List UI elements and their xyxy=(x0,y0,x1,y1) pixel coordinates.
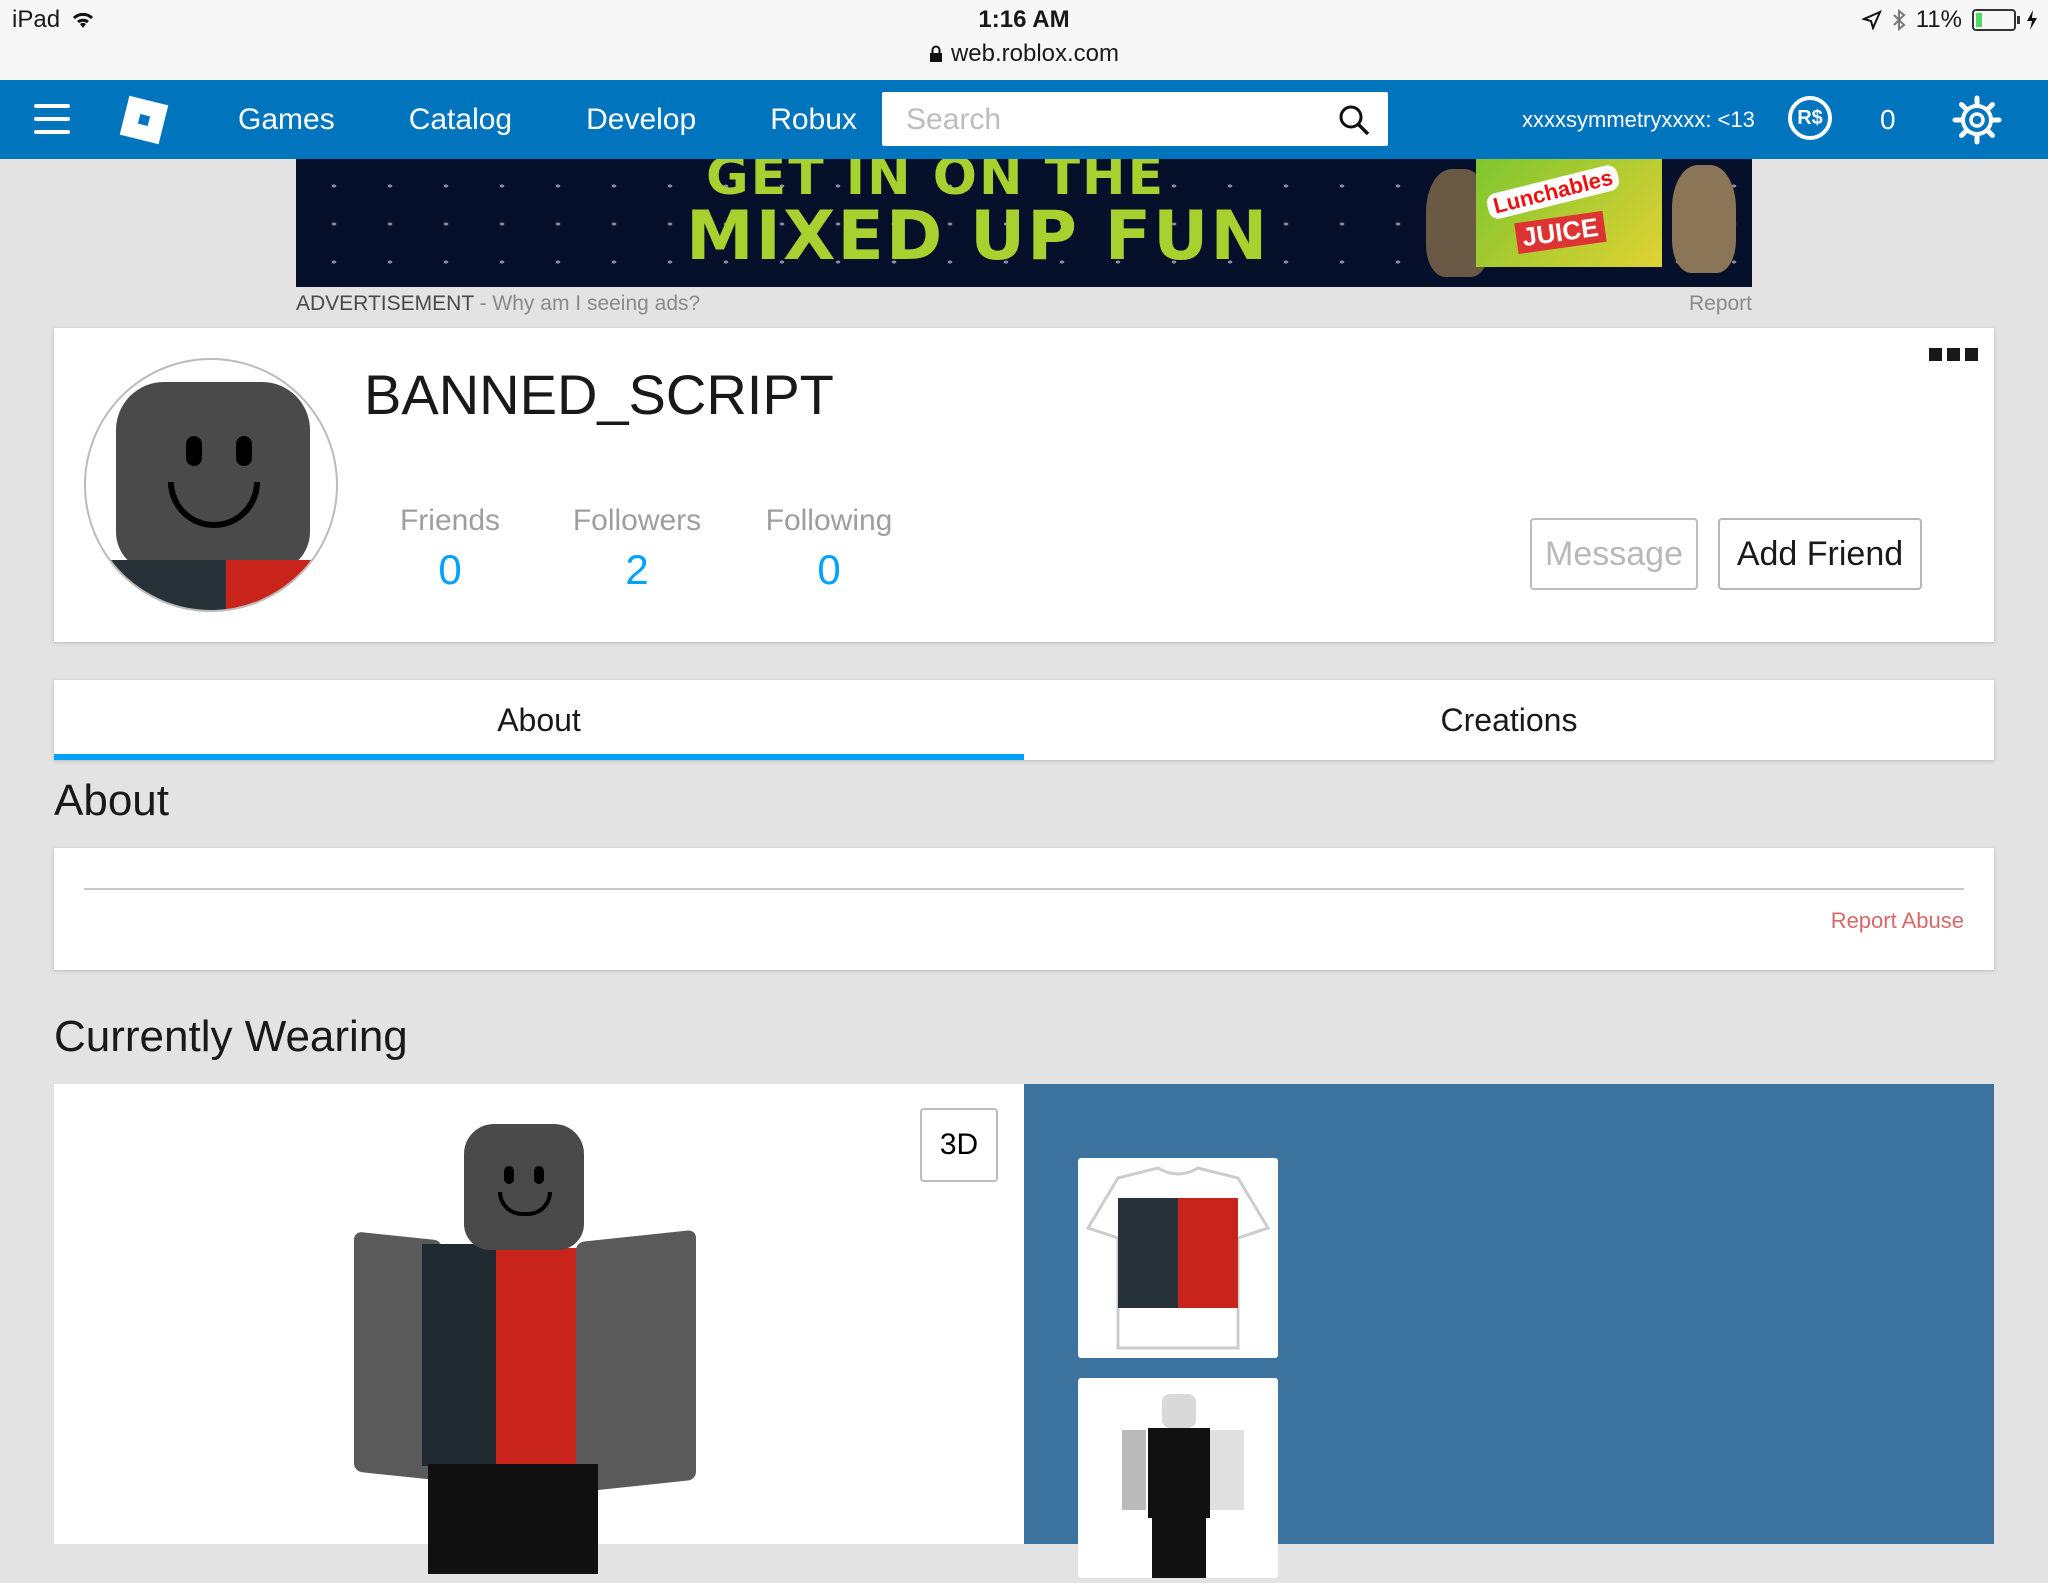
ios-status-bar: iPad 1:16 AM web.roblox.com 11% xyxy=(0,0,2048,80)
search-box xyxy=(882,92,1388,148)
battery-icon xyxy=(1972,9,2020,31)
worn-item-package[interactable] xyxy=(1078,1378,1278,1578)
stat-followers[interactable]: Followers 2 xyxy=(562,504,712,594)
currently-wearing-heading: Currently Wearing xyxy=(54,1012,408,1061)
divider xyxy=(84,888,1964,890)
address-bar[interactable]: web.roblox.com xyxy=(0,40,2048,68)
message-button[interactable]: Message xyxy=(1530,518,1698,590)
stat-label: Followers xyxy=(572,504,702,537)
robux-balance[interactable]: 0 xyxy=(1880,80,1896,159)
nav-games[interactable]: Games xyxy=(210,80,363,159)
stat-friends[interactable]: Friends 0 xyxy=(390,504,510,594)
top-navigation: Games Catalog Develop Robux xxxxsymmetry… xyxy=(0,80,2048,159)
search-input[interactable] xyxy=(882,92,1348,148)
toggle-3d-button[interactable]: 3D xyxy=(920,1108,998,1182)
why-ads-link[interactable]: - Why am I seeing ads? xyxy=(474,292,701,315)
stat-value: 0 xyxy=(817,546,841,593)
advertisement-banner[interactable]: GET IN ON THE MIXED UP FUN Lunchables JU… xyxy=(296,159,1752,287)
ad-meta: ADVERTISEMENT - Why am I seeing ads? Rep… xyxy=(296,292,1752,316)
nav-catalog[interactable]: Catalog xyxy=(381,80,540,159)
avatar-thumbnail-icon xyxy=(1122,1394,1244,1578)
stat-following[interactable]: Following 0 xyxy=(754,504,904,594)
profile-tabs: About Creations xyxy=(54,680,1994,760)
stat-value: 2 xyxy=(625,546,649,593)
avatar-viewer[interactable]: 3D xyxy=(54,1084,1024,1574)
menu-icon[interactable] xyxy=(34,104,70,134)
profile-username: BANNED_SCRIPT xyxy=(364,363,834,426)
ad-headline: MIXED UP FUN xyxy=(686,197,1270,276)
tab-creations[interactable]: Creations xyxy=(1024,680,1994,760)
shirt-thumbnail-icon xyxy=(1085,1166,1271,1350)
stat-label: Following xyxy=(765,504,893,537)
ad-product-label: JUICE xyxy=(1514,210,1607,255)
url-text: web.roblox.com xyxy=(950,40,1120,67)
report-abuse-link[interactable]: Report Abuse xyxy=(1831,908,1964,934)
worn-item-shirt[interactable] xyxy=(1078,1158,1278,1358)
lock-icon xyxy=(929,45,942,62)
nav-links: Games Catalog Develop Robux xyxy=(210,80,903,159)
add-friend-button[interactable]: Add Friend xyxy=(1718,518,1922,590)
battery-percent: 11% xyxy=(1915,6,1962,33)
stat-label: Friends xyxy=(399,504,501,537)
stat-value: 0 xyxy=(438,546,462,593)
nav-develop[interactable]: Develop xyxy=(558,80,724,159)
ad-character-right xyxy=(1672,165,1736,273)
clock: 1:16 AM xyxy=(978,6,1070,33)
ad-product-image: Lunchables JUICE xyxy=(1476,159,1662,267)
tab-about[interactable]: About xyxy=(54,680,1024,760)
about-section: Report Abuse xyxy=(54,848,1994,970)
charging-icon xyxy=(2027,10,2037,30)
wearing-items-panel xyxy=(1024,1084,1994,1578)
avatar-head xyxy=(116,382,310,572)
gear-icon[interactable] xyxy=(1952,95,2002,145)
avatar-3d-figure xyxy=(344,1124,764,1574)
more-options-icon[interactable] xyxy=(1929,348,1978,361)
status-right: 11% xyxy=(1861,6,2038,34)
username-link[interactable]: xxxxsymmetryxxxx: <13 xyxy=(1522,80,1755,159)
profile-header: BANNED_SCRIPT Friends 0 Followers 2 Foll… xyxy=(54,328,1994,642)
report-ad-link[interactable]: Report xyxy=(1689,292,1752,316)
roblox-logo-icon[interactable] xyxy=(119,95,169,145)
search-icon[interactable] xyxy=(1338,104,1370,136)
robux-icon[interactable]: R$ xyxy=(1788,96,1832,140)
location-icon xyxy=(1861,10,1882,30)
nav-robux[interactable]: Robux xyxy=(742,80,885,159)
about-heading: About xyxy=(54,776,169,825)
bluetooth-icon xyxy=(1893,9,1906,31)
ad-label: ADVERTISEMENT xyxy=(296,292,474,315)
avatar xyxy=(84,358,338,612)
